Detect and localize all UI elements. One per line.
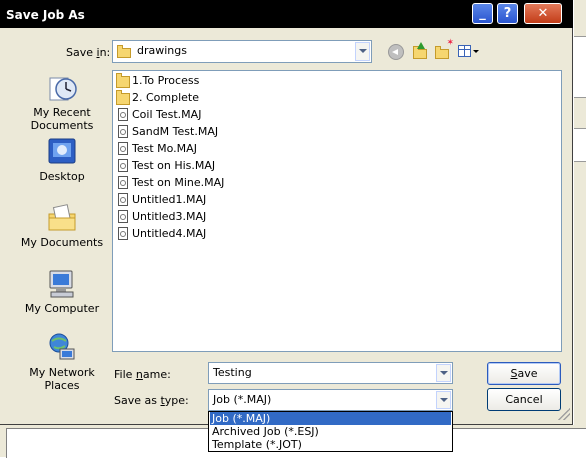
place-label: My Documents bbox=[20, 236, 104, 249]
save-in-label: Save in: bbox=[66, 46, 111, 59]
place-label: Desktop bbox=[39, 170, 85, 183]
save-as-type-value: Job (*.MAJ) bbox=[213, 393, 272, 406]
folder-icon bbox=[117, 45, 131, 58]
my-computer-icon bbox=[46, 268, 78, 300]
document-icon bbox=[118, 142, 128, 155]
place-recent-documents[interactable]: My Recent Documents bbox=[20, 72, 104, 132]
chevron-down-icon[interactable] bbox=[436, 391, 451, 409]
document-icon bbox=[118, 210, 128, 223]
title-bar[interactable]: Save Job As _ ? ✕ bbox=[0, 0, 573, 28]
resize-grip[interactable] bbox=[558, 408, 570, 420]
desktop-icon bbox=[46, 136, 78, 168]
save-job-as-dialog: Save Job As _ ? ✕ Save in: drawings My R… bbox=[0, 0, 573, 425]
dropdown-option[interactable]: Archived Job (*.ESJ) bbox=[210, 425, 451, 438]
save-as-type-options[interactable]: Job (*.MAJ) Archived Job (*.ESJ) Templat… bbox=[208, 411, 453, 452]
folder-icon bbox=[435, 46, 449, 59]
file-name-field[interactable]: Testing bbox=[208, 362, 453, 384]
folder-icon bbox=[413, 46, 427, 59]
recent-documents-icon bbox=[46, 72, 78, 104]
back-icon[interactable] bbox=[388, 44, 404, 60]
save-as-type-dropdown[interactable]: Job (*.MAJ) bbox=[208, 389, 453, 411]
save-in-value: drawings bbox=[137, 44, 187, 57]
save-as-type-label: Save as type: bbox=[114, 394, 189, 407]
file-list[interactable]: 1.To Process 2. Complete Coil Test.MAJ S… bbox=[112, 70, 562, 352]
dropdown-option[interactable]: Job (*.MAJ) bbox=[210, 412, 451, 425]
document-icon bbox=[118, 125, 128, 138]
document-icon bbox=[118, 176, 128, 189]
help-button[interactable]: ? bbox=[497, 3, 518, 24]
file-name-value[interactable]: Testing bbox=[213, 366, 252, 379]
place-label: My Computer bbox=[24, 302, 100, 315]
place-my-documents[interactable]: My Documents bbox=[20, 202, 104, 249]
place-label: My Recent Documents bbox=[30, 106, 94, 132]
place-desktop[interactable]: Desktop bbox=[20, 136, 104, 183]
save-button[interactable]: Save bbox=[487, 362, 561, 385]
folder-icon bbox=[116, 73, 130, 88]
dialog-title: Save Job As bbox=[6, 8, 85, 22]
document-icon bbox=[118, 159, 128, 172]
save-in-dropdown[interactable]: drawings bbox=[112, 40, 372, 63]
close-button[interactable]: ✕ bbox=[524, 3, 562, 24]
document-icon bbox=[118, 108, 128, 121]
place-network-places[interactable]: My Network Places bbox=[20, 332, 104, 392]
place-label: My Network Places bbox=[29, 366, 95, 392]
new-folder-icon[interactable] bbox=[434, 38, 454, 60]
chevron-down-icon[interactable] bbox=[436, 364, 451, 382]
background-window bbox=[574, 0, 586, 457]
my-documents-icon bbox=[46, 202, 78, 234]
document-icon bbox=[118, 193, 128, 206]
dropdown-option[interactable]: Template (*.JOT) bbox=[210, 438, 451, 451]
cancel-button[interactable]: Cancel bbox=[487, 388, 561, 411]
network-places-icon bbox=[46, 332, 78, 364]
folder-icon bbox=[116, 90, 130, 105]
file-name-label: File name: bbox=[114, 368, 171, 381]
document-icon bbox=[118, 227, 128, 240]
chevron-down-icon[interactable] bbox=[355, 42, 370, 61]
minimize-button[interactable]: _ bbox=[472, 3, 493, 24]
place-my-computer[interactable]: My Computer bbox=[20, 268, 104, 315]
up-folder-icon[interactable] bbox=[412, 42, 428, 60]
views-menu-icon[interactable] bbox=[458, 44, 479, 60]
